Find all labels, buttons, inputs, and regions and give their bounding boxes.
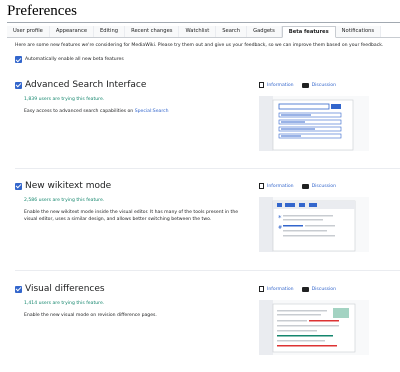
feature-description: Enable the new wikitext mode inside the …: [24, 210, 239, 222]
information-link[interactable]: Information: [259, 183, 294, 189]
speech-bubble-icon: [301, 286, 309, 292]
feature-title: New wikitext mode: [25, 181, 112, 191]
feature-checkbox[interactable]: [15, 285, 22, 293]
feature-new-wikitext-mode: New wikitext mode 2,586 users are trying…: [15, 181, 400, 252]
special-search-link[interactable]: Special:Search: [135, 109, 169, 114]
book-icon: [259, 183, 264, 189]
discussion-link[interactable]: Discussion: [301, 82, 336, 88]
wikitext-editor-illustration: * #: [259, 197, 369, 252]
tab-editing[interactable]: Editing: [94, 26, 126, 37]
feature-title: Visual differences: [25, 284, 105, 294]
visual-diff-illustration: [259, 300, 369, 355]
feature-divider: [15, 168, 400, 169]
feature-checkbox[interactable]: [15, 81, 22, 89]
tab-user-profile[interactable]: User profile: [7, 26, 50, 37]
preferences-tabs: User profile Appearance Editing Recent c…: [7, 26, 400, 38]
auto-enable-checkbox[interactable]: [15, 56, 22, 63]
discussion-link[interactable]: Discussion: [301, 286, 336, 292]
book-icon: [259, 82, 264, 88]
feature-description: Enable the new visual mode on revision d…: [24, 313, 157, 318]
auto-enable-row: Automatically enable all new beta featur…: [15, 56, 124, 63]
svg-text:*: *: [278, 214, 282, 222]
feature-description: Easy access to advanced search capabilit…: [24, 109, 169, 114]
speech-bubble-icon: [301, 183, 309, 189]
tab-watchlist[interactable]: Watchlist: [179, 26, 217, 37]
feature-divider: [15, 270, 400, 271]
speech-bubble-icon: [301, 82, 309, 88]
tab-appearance[interactable]: Appearance: [49, 26, 95, 37]
advanced-search-illustration: [259, 96, 369, 151]
svg-text:#: #: [278, 225, 282, 231]
feature-checkbox[interactable]: [15, 182, 22, 190]
tab-gadgets[interactable]: Gadgets: [247, 26, 282, 37]
feature-title: Advanced Search Interface: [25, 80, 147, 90]
book-icon: [259, 286, 264, 292]
tab-beta-features[interactable]: Beta features: [281, 26, 336, 38]
information-link[interactable]: Information: [259, 286, 294, 292]
feature-visual-differences: Visual differences 1,414 users are tryin…: [15, 284, 400, 355]
tab-search[interactable]: Search: [216, 26, 248, 37]
title-divider: [7, 22, 400, 23]
tab-recent-changes[interactable]: Recent changes: [125, 26, 180, 37]
intro-text: Here are some new features we're conside…: [15, 43, 384, 48]
discussion-link[interactable]: Discussion: [301, 183, 336, 189]
page-title: Preferences: [7, 3, 77, 19]
tab-notifications[interactable]: Notifications: [335, 26, 382, 37]
feature-advanced-search: Advanced Search Interface 1,839 users ar…: [15, 80, 400, 151]
auto-enable-label: Automatically enable all new beta featur…: [25, 57, 124, 62]
information-link[interactable]: Information: [259, 82, 294, 88]
